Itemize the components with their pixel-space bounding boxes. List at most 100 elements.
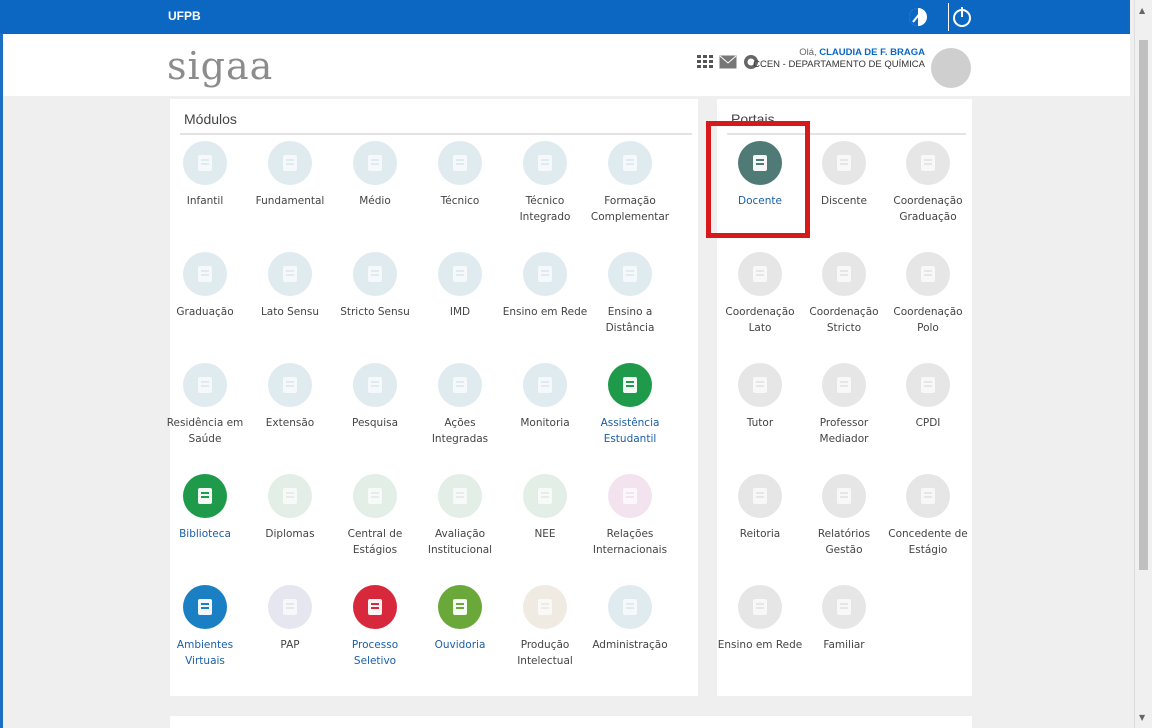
tile-label: Stricto Sensu	[340, 306, 410, 318]
globe-at-icon	[523, 252, 567, 296]
module-tile[interactable]: Diplomas	[247, 474, 333, 542]
tile-label: CPDI	[915, 417, 941, 429]
module-tile[interactable]: Avaliação Institucional	[417, 474, 503, 558]
edit-form-icon	[353, 585, 397, 629]
module-tile[interactable]: Discente	[801, 141, 887, 209]
tile-label: Assistência Estudantil	[600, 417, 660, 445]
module-tile[interactable]: Lato Sensu	[247, 252, 333, 320]
module-tile[interactable]: Administração	[587, 585, 673, 653]
tile-label: Relações Internacionais	[592, 528, 668, 556]
scroll-down-icon[interactable]: ▼	[1139, 713, 1145, 722]
module-tile[interactable]: Familiar	[801, 585, 887, 653]
module-tile[interactable]: Coordenação Lato	[717, 252, 803, 336]
module-tile[interactable]: Ouvidoria	[417, 585, 503, 653]
diploma-icon	[268, 474, 312, 518]
presentation-icon	[268, 585, 312, 629]
module-tile[interactable]: Ensino em Rede	[717, 585, 803, 653]
tile-label: Formação Complementar	[590, 195, 670, 223]
module-tile[interactable]: CPDI	[885, 363, 971, 431]
module-tile[interactable]: Stricto Sensu	[332, 252, 418, 320]
module-tile[interactable]: Pesquisa	[332, 363, 418, 431]
module-tile[interactable]: Coordenação Polo	[885, 252, 971, 336]
tile-label: Técnico Integrado	[519, 195, 571, 223]
sigaa-logo[interactable]: sigaa	[167, 44, 273, 88]
modules-panel: Módulos Infantil Fundamental Médio Técnico T…	[167, 99, 698, 696]
module-tile[interactable]: Ensino a Distância	[587, 252, 673, 336]
module-tile[interactable]: Técnico Integrado	[502, 141, 588, 225]
module-tile[interactable]: Assistência Estudantil	[587, 363, 673, 447]
caps-stack-icon	[822, 252, 866, 296]
scroll-up-icon[interactable]: ▲	[1139, 6, 1145, 15]
module-tile[interactable]: Professor Mediador	[801, 363, 887, 447]
cpdi-icon	[906, 363, 950, 407]
module-tile[interactable]: Biblioteca	[162, 474, 248, 542]
top-bar: UFPB	[0, 0, 1130, 34]
tile-label: Discente	[821, 195, 867, 207]
imd-logo-icon	[822, 363, 866, 407]
module-tile[interactable]: Relações Internacionais	[587, 474, 673, 558]
tile-label: Administração	[592, 639, 668, 651]
module-tile[interactable]: Graduação	[162, 252, 248, 320]
mail-icon[interactable]	[719, 55, 737, 69]
user-department: CCEN - DEPARTAMENTO DE QUÍMICA	[753, 59, 925, 70]
tile-label: Ensino a Distância	[605, 306, 655, 334]
module-tile[interactable]: PAP	[247, 585, 333, 653]
scrollbar-thumb[interactable]	[1139, 40, 1148, 570]
module-tile[interactable]: Médio	[332, 141, 418, 209]
module-tile[interactable]: Infantil	[162, 141, 248, 209]
module-tile[interactable]: Fundamental	[247, 141, 333, 209]
avatar[interactable]	[931, 48, 971, 88]
module-tile[interactable]: Formação Complementar	[587, 141, 673, 225]
caps-icon	[268, 252, 312, 296]
module-tile[interactable]: Ensino em Rede	[502, 252, 588, 320]
tile-label: Ambientes Virtuais	[176, 639, 234, 667]
module-tile[interactable]: Ambientes Virtuais	[162, 585, 248, 669]
tile-label: Coordenação Lato	[725, 306, 795, 334]
module-tile[interactable]: Produção Intelectual	[502, 585, 588, 669]
module-tile[interactable]: Coordenação Stricto	[801, 252, 887, 336]
module-tile[interactable]: IMD	[417, 252, 503, 320]
user-name[interactable]: CLAUDIA DE F. BRAGA	[819, 47, 925, 58]
wheelchair-icon	[523, 474, 567, 518]
grid-menu-icon[interactable]	[697, 55, 713, 69]
module-tile[interactable]: Relatórios Gestão	[801, 474, 887, 558]
tile-label: Diplomas	[265, 528, 315, 540]
scrollbar[interactable]: ▲ ▼	[1134, 0, 1152, 728]
tile-label: Coordenação Polo	[893, 306, 963, 334]
graduation-cap-icon	[183, 252, 227, 296]
tile-label: IMD	[449, 306, 471, 318]
pencil-icon	[438, 141, 482, 185]
tile-label: Coordenação Stricto	[809, 306, 879, 334]
lightbulb-icon	[523, 585, 567, 629]
module-tile[interactable]: Concedente de Estágio	[885, 474, 971, 558]
module-tile[interactable]: Residência em Saúde	[162, 363, 248, 447]
module-tile[interactable]: Técnico	[417, 141, 503, 209]
module-tile[interactable]: Central de Estágios	[332, 474, 418, 558]
module-tile[interactable]: Reitoria	[717, 474, 803, 542]
chat-bubbles-icon	[183, 585, 227, 629]
abc-blocks-icon	[183, 141, 227, 185]
module-tile[interactable]: Processo Seletivo	[332, 585, 418, 669]
module-tile[interactable]: Monitoria	[502, 363, 588, 431]
docente-highlight-box	[706, 121, 810, 238]
module-tile[interactable]: NEE	[502, 474, 588, 542]
logout-icon[interactable]	[948, 3, 975, 31]
tile-label: Ensino em Rede	[717, 639, 803, 651]
tile-label: Avaliação Institucional	[427, 528, 493, 556]
books-icon	[183, 474, 227, 518]
caps-stack-icon	[353, 252, 397, 296]
tile-label: Relatórios Gestão	[817, 528, 871, 556]
contrast-icon[interactable]	[907, 6, 929, 28]
divider	[180, 133, 692, 135]
tile-label: Central de Estágios	[347, 528, 403, 556]
calculator-icon	[608, 141, 652, 185]
module-tile[interactable]: Coordenação Graduação	[885, 141, 971, 225]
module-tile[interactable]: Extensão	[247, 363, 333, 431]
tile-label: Ouvidoria	[434, 639, 486, 651]
user-info: Olá, CLAUDIA DE F. BRAGA CCEN - DEPARTAM…	[753, 47, 925, 71]
tile-label: Infantil	[186, 195, 224, 207]
ead-icon	[608, 252, 652, 296]
tile-label: Extensão	[265, 417, 315, 429]
module-tile[interactable]: Ações Integradas	[417, 363, 503, 447]
module-tile[interactable]: Tutor	[717, 363, 803, 431]
